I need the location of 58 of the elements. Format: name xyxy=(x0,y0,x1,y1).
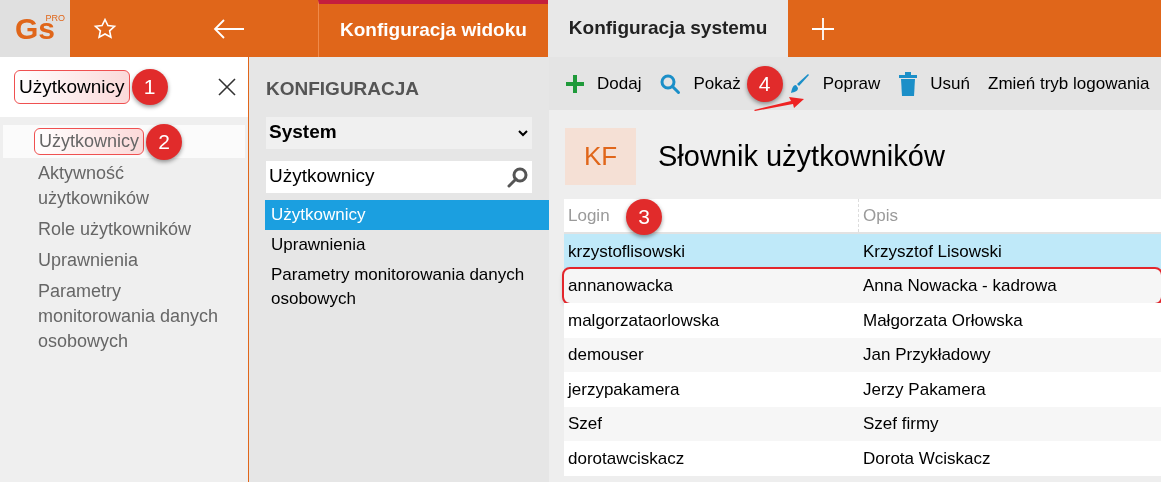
nav-row[interactable]: Użytkownicy 2 xyxy=(3,125,245,158)
nav-item[interactable]: Role użytkowników xyxy=(34,217,196,242)
table-row[interactable]: krzystoflisowski Krzysztof Lisowski xyxy=(564,234,1161,269)
table-cell-text: Dorota Wciskacz xyxy=(862,447,992,470)
table-cell-text: malgorzataorlowska xyxy=(567,309,721,332)
nav-row[interactable]: Parametry monitorowania danych osobowych xyxy=(3,276,245,357)
table-row[interactable]: demouser Jan Przykładowy xyxy=(564,337,1161,372)
module-tile: KF xyxy=(565,128,636,185)
table-row[interactable]: annanowacka Anna Nowacka - kadrowa xyxy=(564,268,1161,303)
star-icon[interactable] xyxy=(93,16,117,41)
step-badge: 3 xyxy=(626,199,662,235)
table-cell-text: Szef xyxy=(567,413,604,435)
close-icon[interactable] xyxy=(218,78,236,96)
table-cell-text: dorotawciskacz xyxy=(567,447,686,470)
list-item[interactable]: Uprawnienia xyxy=(265,229,549,260)
table-cell-text: Anna Nowacka - kadrowa xyxy=(862,275,1058,297)
toolbar-button[interactable]: Pokaż xyxy=(659,70,741,97)
nav-row[interactable]: Uprawnienia xyxy=(3,245,245,276)
search-icon xyxy=(507,165,529,188)
table-cell-text: Krzysztof Lisowski xyxy=(862,240,1003,263)
search-field[interactable]: Użytkownicy xyxy=(266,160,532,193)
table-row[interactable]: Szef Szef firmy xyxy=(564,406,1161,441)
step-badge: 1 xyxy=(131,69,168,105)
step-badge: 2 xyxy=(146,123,183,160)
nav-item[interactable]: Parametry monitorowania danych osobowych xyxy=(34,279,235,354)
chevron-down-icon xyxy=(517,128,529,137)
toolbar-button[interactable]: Dodaj xyxy=(565,70,642,97)
section-title: KONFIGURACJA xyxy=(265,77,421,101)
table-cell-text: jerzypakamera xyxy=(566,378,681,401)
nav-item[interactable]: Uprawnienia xyxy=(34,248,143,273)
search-icon xyxy=(659,72,682,95)
table-cell-text: Szef firmy xyxy=(862,413,940,435)
nav-item[interactable]: Użytkownicy xyxy=(34,128,145,155)
page-title: Słownik użytkowników xyxy=(658,138,945,174)
table-cell-text: Jan Przykładowy xyxy=(862,344,992,366)
table-cell-text: demouser xyxy=(567,344,645,366)
nav-row[interactable]: Role użytkowników xyxy=(3,214,245,245)
toolbar-button[interactable]: Popraw xyxy=(788,70,881,97)
plus-icon xyxy=(565,73,585,94)
app-logo: GsPRO xyxy=(0,0,70,57)
search-field[interactable]: Użytkownicy xyxy=(14,69,130,105)
toolbar-button[interactable]: Zmień tryb logowania xyxy=(988,70,1150,97)
brush-icon xyxy=(788,72,811,95)
table-cell-text: Jerzy Pakamera xyxy=(862,378,987,401)
tab[interactable]: Konfiguracja systemu xyxy=(547,0,789,57)
toolbar-button[interactable]: Usuń xyxy=(898,70,970,97)
table-cell-text: annanowacka xyxy=(567,275,674,297)
pointer-arrow xyxy=(752,95,805,111)
nav-row[interactable]: Aktywność użytkowników xyxy=(3,158,245,214)
step-badge: 4 xyxy=(746,65,783,102)
category-dropdown[interactable]: System xyxy=(266,116,532,149)
list-item[interactable]: Parametry monitorowania danych osobowych xyxy=(265,259,549,314)
back-arrow-icon[interactable] xyxy=(213,18,245,39)
nav-item[interactable]: Aktywność użytkowników xyxy=(34,161,235,211)
trash-icon xyxy=(898,71,919,96)
add-tab-icon[interactable] xyxy=(811,16,836,41)
table-cell-text: Małgorzata Orłowska xyxy=(862,309,1024,332)
table-cell-text: krzystoflisowski xyxy=(567,240,687,263)
